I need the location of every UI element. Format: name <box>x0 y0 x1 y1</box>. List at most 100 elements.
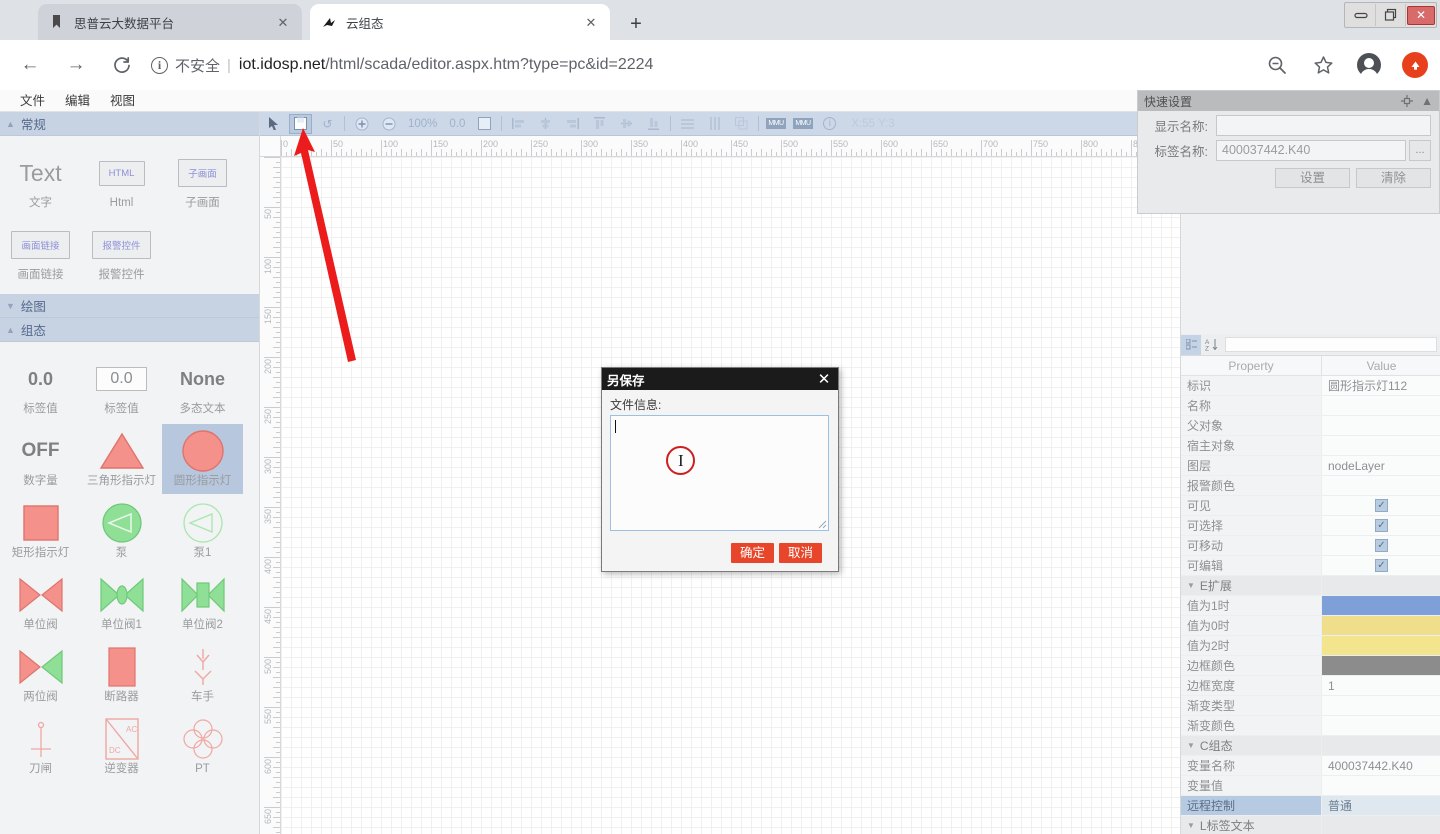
property-row[interactable]: 值为2时 <box>1181 636 1440 656</box>
undo-icon[interactable]: ↺ <box>316 114 339 134</box>
property-row[interactable]: 宿主对象 <box>1181 436 1440 456</box>
property-value[interactable] <box>1321 696 1440 715</box>
tool-item-tag-value-box[interactable]: 0.0 标签值 <box>81 352 162 422</box>
menu-item-file[interactable]: 文件 <box>10 91 55 111</box>
property-value[interactable] <box>1321 816 1440 834</box>
reload-icon[interactable] <box>108 51 136 79</box>
property-value[interactable] <box>1321 396 1440 415</box>
tool-item-pt[interactable]: PT <box>162 712 243 782</box>
browse-button[interactable]: ... <box>1409 140 1431 161</box>
tool-item-inverter[interactable]: ACDC 逆变器 <box>81 712 162 782</box>
tool-item-multistate-text[interactable]: None 多态文本 <box>162 352 243 422</box>
distribute-v-icon[interactable] <box>703 114 726 134</box>
property-value[interactable]: ✓ <box>1321 536 1440 555</box>
property-row[interactable]: 值为0时 <box>1181 616 1440 636</box>
tool-item-pump1[interactable]: 泵1 <box>162 496 243 566</box>
property-value[interactable]: ✓ <box>1321 496 1440 515</box>
tool-item-breaker[interactable]: 断路器 <box>81 640 162 710</box>
property-value[interactable]: ✓ <box>1321 556 1440 575</box>
info-icon[interactable]: i <box>818 114 841 134</box>
save-icon[interactable] <box>289 114 312 134</box>
property-value[interactable]: ✓ <box>1321 516 1440 535</box>
checkbox-checked-icon[interactable]: ✓ <box>1375 559 1388 572</box>
property-row[interactable]: 渐变类型 <box>1181 696 1440 716</box>
distribute-h-icon[interactable] <box>676 114 699 134</box>
new-tab-button[interactable]: + <box>622 10 650 38</box>
tool-item-tag-value[interactable]: 0.0 标签值 <box>0 352 81 422</box>
tool-item-html[interactable]: HTML Html <box>81 146 162 216</box>
tool-item-valve[interactable]: 单位阀 <box>0 568 81 638</box>
tool-item-circle-indicator[interactable]: 圆形指示灯 <box>162 424 243 494</box>
back-icon[interactable]: ← <box>16 51 44 79</box>
display-name-input[interactable] <box>1216 115 1431 136</box>
property-value[interactable] <box>1321 616 1440 635</box>
forward-icon[interactable]: → <box>62 51 90 79</box>
select-arrow-icon[interactable] <box>262 114 285 134</box>
close-icon[interactable]: ✕ <box>815 370 833 388</box>
tool-item-knife-switch[interactable]: 刀闸 <box>0 712 81 782</box>
toolbox-group-header-drawing[interactable]: ▼ 绘图 <box>0 294 259 318</box>
property-row[interactable]: ▼L标签文本 <box>1181 816 1440 834</box>
categorize-icon[interactable] <box>1181 335 1201 355</box>
property-row[interactable]: 图层nodeLayer <box>1181 456 1440 476</box>
tool-item-text[interactable]: Text 文字 <box>0 146 81 216</box>
property-value[interactable] <box>1321 596 1440 615</box>
browser-tab-0[interactable]: 思普云大数据平台 ✕ <box>38 4 302 40</box>
property-row[interactable]: 父对象 <box>1181 416 1440 436</box>
property-row[interactable]: 可编辑✓ <box>1181 556 1440 576</box>
grid-toggle-icon[interactable]: MMU <box>764 114 787 134</box>
browser-tab-1[interactable]: 云组态 ✕ <box>310 4 610 40</box>
zoom-level[interactable]: 100% <box>408 118 437 130</box>
cancel-button[interactable]: 取消 <box>779 543 822 563</box>
tool-item-digital[interactable]: OFF 数字量 <box>0 424 81 494</box>
property-value[interactable]: 400037442.K40 <box>1321 756 1440 775</box>
info-icon[interactable]: i <box>151 57 168 74</box>
caret-down-icon[interactable]: ▼ <box>1187 821 1195 830</box>
tab-close-button[interactable]: ✕ <box>582 13 600 31</box>
tool-item-two-pos-valve[interactable]: 两位阀 <box>0 640 81 710</box>
property-row[interactable]: 报警颜色 <box>1181 476 1440 496</box>
property-value[interactable] <box>1321 776 1440 795</box>
collapse-all-icon[interactable] <box>1401 95 1413 107</box>
tool-item-alarm-widget[interactable]: 报警控件 报警控件 <box>81 218 162 288</box>
resize-grip-icon[interactable] <box>816 518 827 529</box>
property-row[interactable]: 标识圆形指示灯112 <box>1181 376 1440 396</box>
tool-item-triangle-indicator[interactable]: 三角形指示灯 <box>81 424 162 494</box>
property-row[interactable]: 边框颜色 <box>1181 656 1440 676</box>
tool-item-rect-indicator[interactable]: 矩形指示灯 <box>0 496 81 566</box>
address-bar[interactable]: i 不安全 | iot.idosp.net/html/scada/editor.… <box>151 49 1246 81</box>
property-value[interactable]: nodeLayer <box>1321 456 1440 475</box>
close-button[interactable]: ✕ <box>1407 6 1435 25</box>
property-row[interactable]: ▼C组态 <box>1181 736 1440 756</box>
sort-az-icon[interactable]: AZ <box>1201 335 1221 355</box>
property-row[interactable]: 边框宽度1 <box>1181 676 1440 696</box>
property-value[interactable] <box>1321 416 1440 435</box>
property-row[interactable]: 可见✓ <box>1181 496 1440 516</box>
property-value[interactable]: 1 <box>1321 676 1440 695</box>
align-bottom-icon[interactable] <box>642 114 665 134</box>
property-value[interactable] <box>1321 476 1440 495</box>
checkbox-checked-icon[interactable]: ✓ <box>1375 499 1388 512</box>
property-row[interactable]: 名称 <box>1181 396 1440 416</box>
property-value[interactable]: 普通 <box>1321 796 1440 815</box>
property-row[interactable]: ▼E扩展 <box>1181 576 1440 596</box>
align-center-icon[interactable] <box>534 114 557 134</box>
zoom-out-icon[interactable] <box>377 114 400 134</box>
color-swatch[interactable] <box>1322 616 1440 635</box>
property-value[interactable]: 圆形指示灯112 <box>1321 376 1440 395</box>
caret-down-icon[interactable]: ▼ <box>1187 741 1195 750</box>
caret-down-icon[interactable]: ▼ <box>1187 581 1195 590</box>
restore-button[interactable] <box>1376 4 1406 26</box>
properties-search-input[interactable] <box>1225 337 1437 352</box>
set-button[interactable]: 设置 <box>1275 168 1350 188</box>
extension-icon[interactable] <box>1402 52 1428 78</box>
property-value[interactable] <box>1321 716 1440 735</box>
toolbox-group-header-general[interactable]: ▲ 常规 <box>0 112 259 136</box>
property-row[interactable]: 可移动✓ <box>1181 536 1440 556</box>
menu-item-edit[interactable]: 编辑 <box>55 91 100 111</box>
toolbox-group-header-scada[interactable]: ▲ 组态 <box>0 318 259 342</box>
snap-icon[interactable]: MMU <box>791 114 814 134</box>
group-icon[interactable] <box>730 114 753 134</box>
property-row[interactable]: 变量值 <box>1181 776 1440 796</box>
rotation-value[interactable]: 0.0 <box>449 118 465 130</box>
